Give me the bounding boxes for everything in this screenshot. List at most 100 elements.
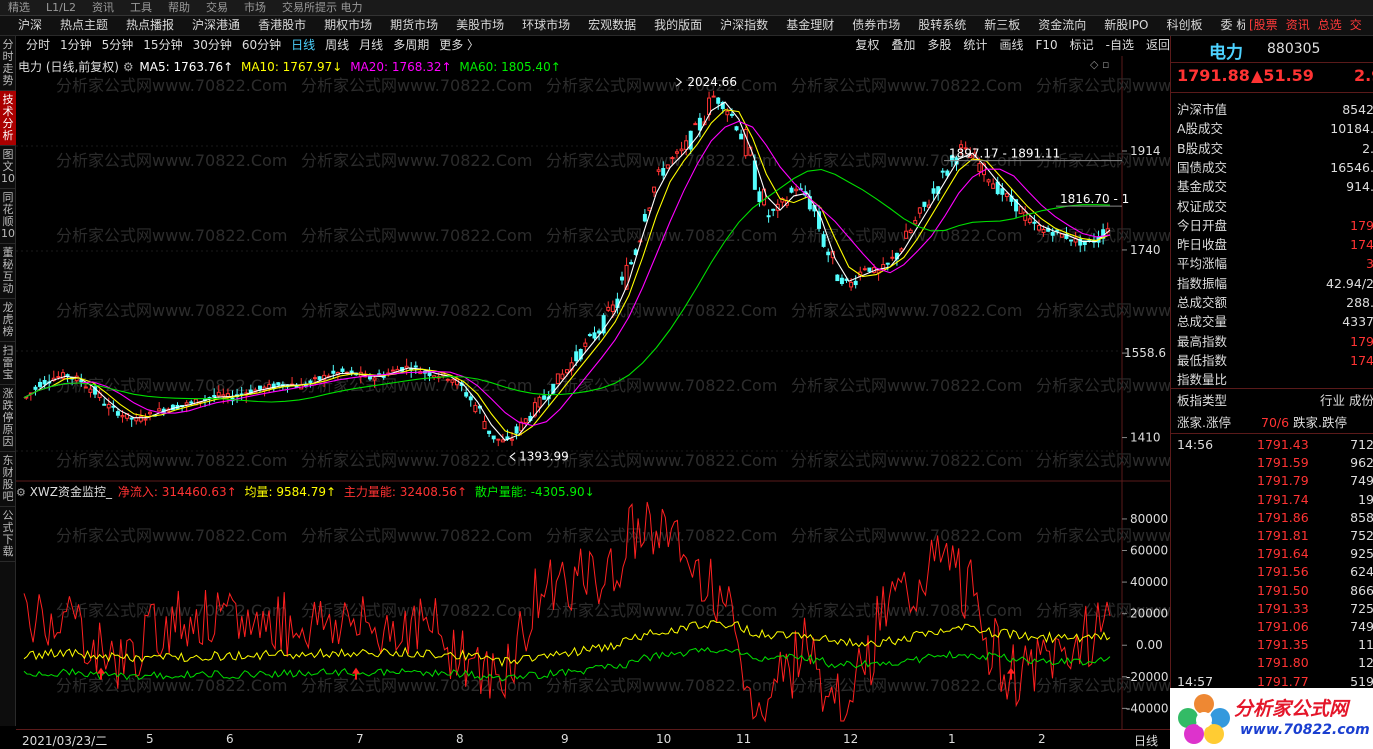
menu-item[interactable]: 我的版面 — [636, 16, 702, 35]
candle-body — [931, 188, 936, 194]
tick-price: 1791.80 — [1257, 655, 1309, 671]
high-annotation: 2024.66 — [687, 75, 737, 89]
tick-price: 1791.06 — [1257, 619, 1309, 634]
period-tab[interactable]: 多周期 — [393, 36, 429, 55]
watermark-text: 分析家公式网www.70822.Com — [56, 151, 287, 170]
candle-body — [674, 151, 679, 154]
left-tab[interactable]: 分时走势 — [0, 36, 16, 91]
menu-item[interactable]: 资金流向 — [1020, 16, 1086, 35]
left-tab[interactable]: 董秘互动 — [0, 244, 16, 299]
candle-body — [716, 97, 721, 104]
period-tab[interactable]: 1分钟 — [60, 36, 92, 55]
left-tab[interactable]: 东财股吧 — [0, 452, 16, 507]
main-force-label: 主力量能: 32408.56↑ — [343, 485, 468, 499]
top-tab[interactable]: 交易 — [206, 1, 228, 15]
menu-item[interactable]: 新三板 — [966, 16, 1020, 35]
indicator-axis-label: 80000 — [1130, 512, 1168, 526]
period-tab[interactable]: 5分钟 — [102, 36, 134, 55]
candle-body — [317, 376, 322, 380]
left-tab[interactable]: 同花顺10 — [0, 189, 16, 244]
candle-body — [913, 220, 918, 225]
stat-label: 权证成交 — [1177, 198, 1228, 214]
left-tab[interactable]: 公式下载 — [0, 507, 16, 562]
tool-button[interactable]: -自选 — [1106, 36, 1134, 55]
menu-item[interactable]: 热点播报 — [108, 16, 174, 35]
menu-item[interactable]: 期权市场 — [306, 16, 372, 35]
top-tab[interactable]: 资讯 — [92, 1, 114, 15]
stat-row: 国债成交 16546. — [1171, 158, 1373, 177]
period-tab[interactable]: 15分钟 — [143, 36, 182, 55]
tool-button[interactable]: 多股 — [927, 36, 951, 55]
candle-body — [574, 351, 579, 362]
period-tab[interactable]: 日线 — [291, 36, 315, 55]
menu-item[interactable]: 沪深指数 — [702, 16, 768, 35]
menu-item[interactable]: 委 标 — [1203, 16, 1245, 35]
top-tab[interactable]: 帮助 — [168, 1, 190, 15]
menu-item-right[interactable]: 交 — [1346, 16, 1366, 35]
divider — [1171, 62, 1373, 63]
menu-item[interactable]: 新股IPO — [1086, 16, 1148, 35]
tool-button[interactable]: 返回 — [1146, 36, 1170, 55]
top-tab[interactable]: 工具 — [130, 1, 152, 15]
candle-body — [537, 396, 542, 408]
period-tab[interactable]: 更多 〉 — [439, 36, 479, 55]
kline-chart[interactable]: 分析家公式网www.70822.Com 分析家公式网www.70822.Com 分析… — [16, 56, 1170, 729]
tick-price: 1791.79 — [1257, 473, 1309, 489]
candle-body — [725, 110, 730, 116]
left-tab[interactable]: 龙虎榜 — [0, 299, 16, 342]
period-tab[interactable]: 30分钟 — [193, 36, 232, 55]
candle-body — [670, 157, 675, 160]
menu-item-right[interactable]: 总选 — [1314, 16, 1346, 35]
menu-item[interactable]: 香港股市 — [240, 16, 306, 35]
watermark-text: 分析家公式网www.70822.Com — [56, 301, 287, 320]
period-tab[interactable]: 周线 — [325, 36, 349, 55]
watermark-text: 分析家公式网www.70822.Com — [301, 451, 532, 470]
menu-item-right[interactable]: [股票 — [1245, 16, 1282, 35]
tool-button[interactable]: 统计 — [963, 36, 987, 55]
menu-item[interactable]: 热点主题 — [42, 16, 108, 35]
period-tab[interactable]: 60分钟 — [242, 36, 281, 55]
tool-button[interactable]: 复权 — [855, 36, 879, 55]
menu-item[interactable]: 科创板 — [1149, 16, 1203, 35]
settings-icon[interactable]: ⚙ — [16, 486, 26, 499]
left-tab[interactable]: 图文10 — [0, 146, 16, 189]
menu-item[interactable]: 美股市场 — [438, 16, 504, 35]
candle-body — [890, 256, 895, 259]
left-tab[interactable]: 扫雷宝 — [0, 342, 16, 385]
top-tab[interactable]: 交易所提示 电力 — [282, 1, 363, 15]
top-tab[interactable]: 市场 — [244, 1, 266, 15]
stat-value: 4337 — [1342, 314, 1373, 330]
candle-body — [652, 186, 657, 193]
settings-icon[interactable]: ⚙ — [123, 60, 134, 74]
top-tab[interactable]: 精选 — [8, 1, 30, 15]
up-value: 70/6 — [1261, 415, 1290, 430]
menu-item[interactable]: 宏观数据 — [570, 16, 636, 35]
stat-label: A股成交 — [1177, 121, 1224, 137]
candle-body — [65, 374, 70, 377]
ma60-line — [23, 168, 1111, 403]
tool-button[interactable]: F10 — [1035, 36, 1057, 55]
watermark-text: 分析家公式网www.70822.Com — [791, 376, 1022, 395]
menu-item[interactable]: 环球市场 — [504, 16, 570, 35]
menu-item[interactable]: 债券市场 — [834, 16, 900, 35]
left-tab[interactable]: 技术分析 — [0, 91, 16, 146]
menu-item[interactable]: 基金理财 — [768, 16, 834, 35]
menu-item-right[interactable]: 资讯 — [1282, 16, 1314, 35]
top-tab[interactable]: L1/L2 — [46, 1, 76, 15]
candle-body — [464, 392, 469, 397]
stats-table: 沪深市值 8542 A股成交 10184. B股成交 2. 国债成交 16546. 基金成交 91… — [1171, 100, 1373, 390]
candle-body — [482, 420, 487, 430]
menu-item[interactable]: 沪深港通 — [174, 16, 240, 35]
left-tab[interactable]: 涨跌停原因 — [0, 385, 16, 452]
price-axis-label: 1914 — [1130, 144, 1161, 158]
menu-item[interactable]: 期货市场 — [372, 16, 438, 35]
tool-button[interactable]: 叠加 — [891, 36, 915, 55]
menu-item[interactable]: 股转系统 — [900, 16, 966, 35]
tool-button[interactable]: 标记 — [1070, 36, 1094, 55]
period-tab[interactable]: 月线 — [359, 36, 383, 55]
period-tab[interactable]: 分时 — [26, 36, 50, 55]
tool-button[interactable]: 画线 — [999, 36, 1023, 55]
candle-body — [908, 229, 913, 234]
expand-icon[interactable]: ◇ ▫ — [1090, 58, 1109, 71]
menu-item[interactable]: 沪深 — [0, 16, 42, 35]
